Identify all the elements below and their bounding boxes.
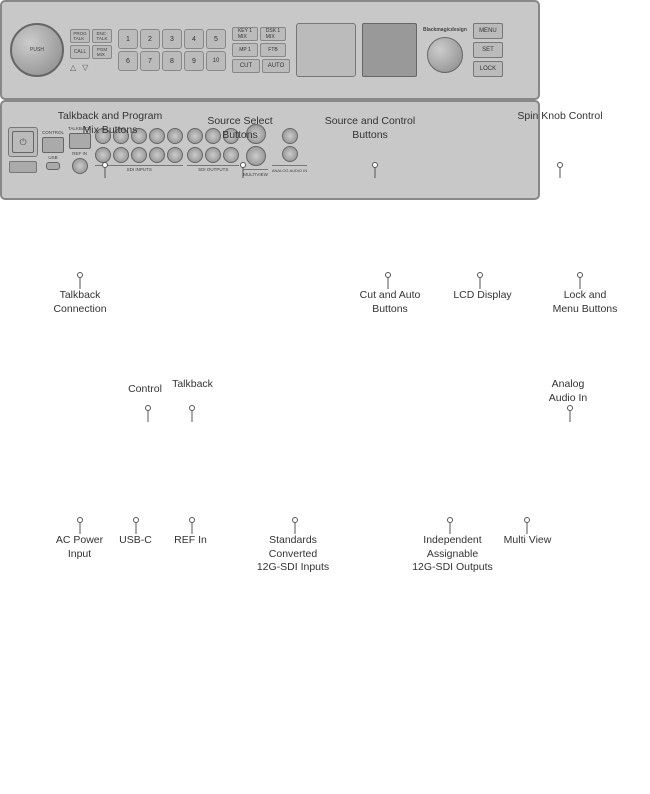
talkback-dial[interactable]: PUSH xyxy=(10,23,64,77)
dot-usb-c xyxy=(133,517,139,523)
front-panel: PUSH PROGTALK ENCTALK CALL PGMMIX △ ▽ 1 … xyxy=(0,0,540,100)
sdi-out-4 xyxy=(187,147,203,163)
numeric-buttons: 1 2 3 4 5 6 7 8 9 10 xyxy=(118,29,226,71)
label-analog-audio-mid: AnalogAudio In xyxy=(528,378,608,405)
label-spin-knob: Spin Knob Control xyxy=(510,110,610,124)
usb-label: USB xyxy=(48,155,57,160)
sdi-in-5 xyxy=(167,128,183,144)
dot-control-mid xyxy=(145,405,151,411)
multiview-bnc-2 xyxy=(246,146,266,166)
label-ref-in: REF In xyxy=(163,534,218,548)
btn-8[interactable]: 8 xyxy=(162,51,182,71)
spin-knob[interactable] xyxy=(427,37,463,73)
enc-talk-btn[interactable]: ENCTALK xyxy=(92,29,112,43)
ftb-btn[interactable]: FTB xyxy=(260,43,286,57)
lcd-display xyxy=(362,23,417,77)
diagram-container: Talkback and Program Mix Buttons Source … xyxy=(0,0,650,794)
label-lcd-display: LCD Display xyxy=(445,289,520,303)
right-buttons: MENU SET LOCK xyxy=(473,23,503,77)
label-talkback-mid: Talkback xyxy=(160,378,225,392)
sdi-outputs-label: SDI OUTPUTS xyxy=(198,167,228,172)
btn-7[interactable]: 7 xyxy=(140,51,160,71)
dot-source-control-top xyxy=(372,162,378,168)
label-source-select: Source Select Buttons xyxy=(195,115,285,142)
sdi-inputs-label: SDI INPUTS xyxy=(127,167,152,172)
dot-lock-menu xyxy=(577,272,583,278)
sdi-in-9 xyxy=(149,147,165,163)
pgm-mix-btn[interactable]: PGMMIX xyxy=(92,45,112,59)
label-source-control: Source and Control Buttons xyxy=(320,115,420,142)
sdi-out-6 xyxy=(223,147,239,163)
dot-multi-view xyxy=(524,517,530,523)
sdi-in-7 xyxy=(113,147,129,163)
multiview-label: MULTIVIEW xyxy=(243,172,268,177)
call-btn[interactable]: CALL xyxy=(70,45,90,59)
lock-btn[interactable]: LOCK xyxy=(473,61,503,77)
label-talkback-connection: TalkbackConnection xyxy=(35,289,125,316)
menu-btn[interactable]: MENU xyxy=(473,23,503,39)
usb-c-port xyxy=(46,162,60,170)
btn-5[interactable]: 5 xyxy=(206,29,226,49)
mp1-btn[interactable]: MP 1 xyxy=(232,43,258,57)
sdi-in-10 xyxy=(167,147,183,163)
btn-4[interactable]: 4 xyxy=(184,29,204,49)
blackmagic-logo: Blackmagicdesign xyxy=(423,27,467,33)
arrow-down-btn[interactable]: ▽ xyxy=(82,63,88,72)
label-usb-c: USB-C xyxy=(108,534,163,548)
analog-audio-label: ANALOG AUDIO IN xyxy=(272,168,307,173)
label-sdi-inputs: StandardsConverted12G-SDI Inputs xyxy=(248,534,338,575)
dot-talkback-conn xyxy=(77,272,83,278)
btn-2[interactable]: 2 xyxy=(140,29,160,49)
label-talkback-program: Talkback and Program Mix Buttons xyxy=(55,110,165,137)
btn-9[interactable]: 9 xyxy=(184,51,204,71)
dot-talkback-top xyxy=(102,162,108,168)
set-btn[interactable]: SET xyxy=(473,42,503,58)
btn-6[interactable]: 6 xyxy=(118,51,138,71)
power-section: ⏻ xyxy=(8,127,38,173)
sdi-in-6 xyxy=(95,147,111,163)
dot-talkback-mid xyxy=(189,405,195,411)
label-multi-view: Multi View xyxy=(495,534,560,548)
ref-in-bnc xyxy=(72,158,88,174)
btn-10[interactable]: 10 xyxy=(206,51,226,71)
dsk1-mix-btn[interactable]: DSK 1MIX xyxy=(260,27,286,41)
dot-lcd xyxy=(477,272,483,278)
prog-talk-btn[interactable]: PROGTALK xyxy=(70,29,90,43)
dot-ac-power xyxy=(77,517,83,523)
sdi-in-8 xyxy=(131,147,147,163)
key-mix-group: KEY 1MIX DSK 1MIX MP 1 FTB CUT AUTO xyxy=(232,27,290,73)
dot-cut-auto xyxy=(385,272,391,278)
cut-btn[interactable]: CUT xyxy=(232,59,260,73)
btn-3[interactable]: 3 xyxy=(162,29,182,49)
arrow-up-btn[interactable]: △ xyxy=(70,63,76,72)
logo-knob-section: Blackmagicdesign xyxy=(423,27,467,73)
ac-power-connector: ⏻ xyxy=(8,127,38,157)
dot-ref-in xyxy=(189,517,195,523)
dot-spin-knob-top xyxy=(557,162,563,168)
label-ac-power: AC PowerInput xyxy=(42,534,117,561)
analog-ch2 xyxy=(282,146,298,162)
touchpad[interactable] xyxy=(296,23,356,77)
label-cut-auto-buttons: Cut and AutoButtons xyxy=(345,289,435,316)
power-switch[interactable] xyxy=(9,161,37,173)
key1-mix-btn[interactable]: KEY 1MIX xyxy=(232,27,258,41)
sdi-out-5 xyxy=(205,147,221,163)
auto-btn[interactable]: AUTO xyxy=(262,59,290,73)
dot-analog-mid xyxy=(567,405,573,411)
label-lock-menu-buttons: Lock andMenu Buttons xyxy=(545,289,625,316)
btn-1[interactable]: 1 xyxy=(118,29,138,49)
dot-sdi-inputs xyxy=(292,517,298,523)
prog-talk-area: PROGTALK ENCTALK CALL PGMMIX △ ▽ xyxy=(70,29,112,72)
control-rj45 xyxy=(42,137,64,153)
dot-sdi-outputs xyxy=(447,517,453,523)
label-sdi-outputs: IndependentAssignable12G-SDI Outputs xyxy=(405,534,500,575)
dot-source-select-top xyxy=(240,162,246,168)
ref-in-label: REF IN xyxy=(72,151,87,156)
